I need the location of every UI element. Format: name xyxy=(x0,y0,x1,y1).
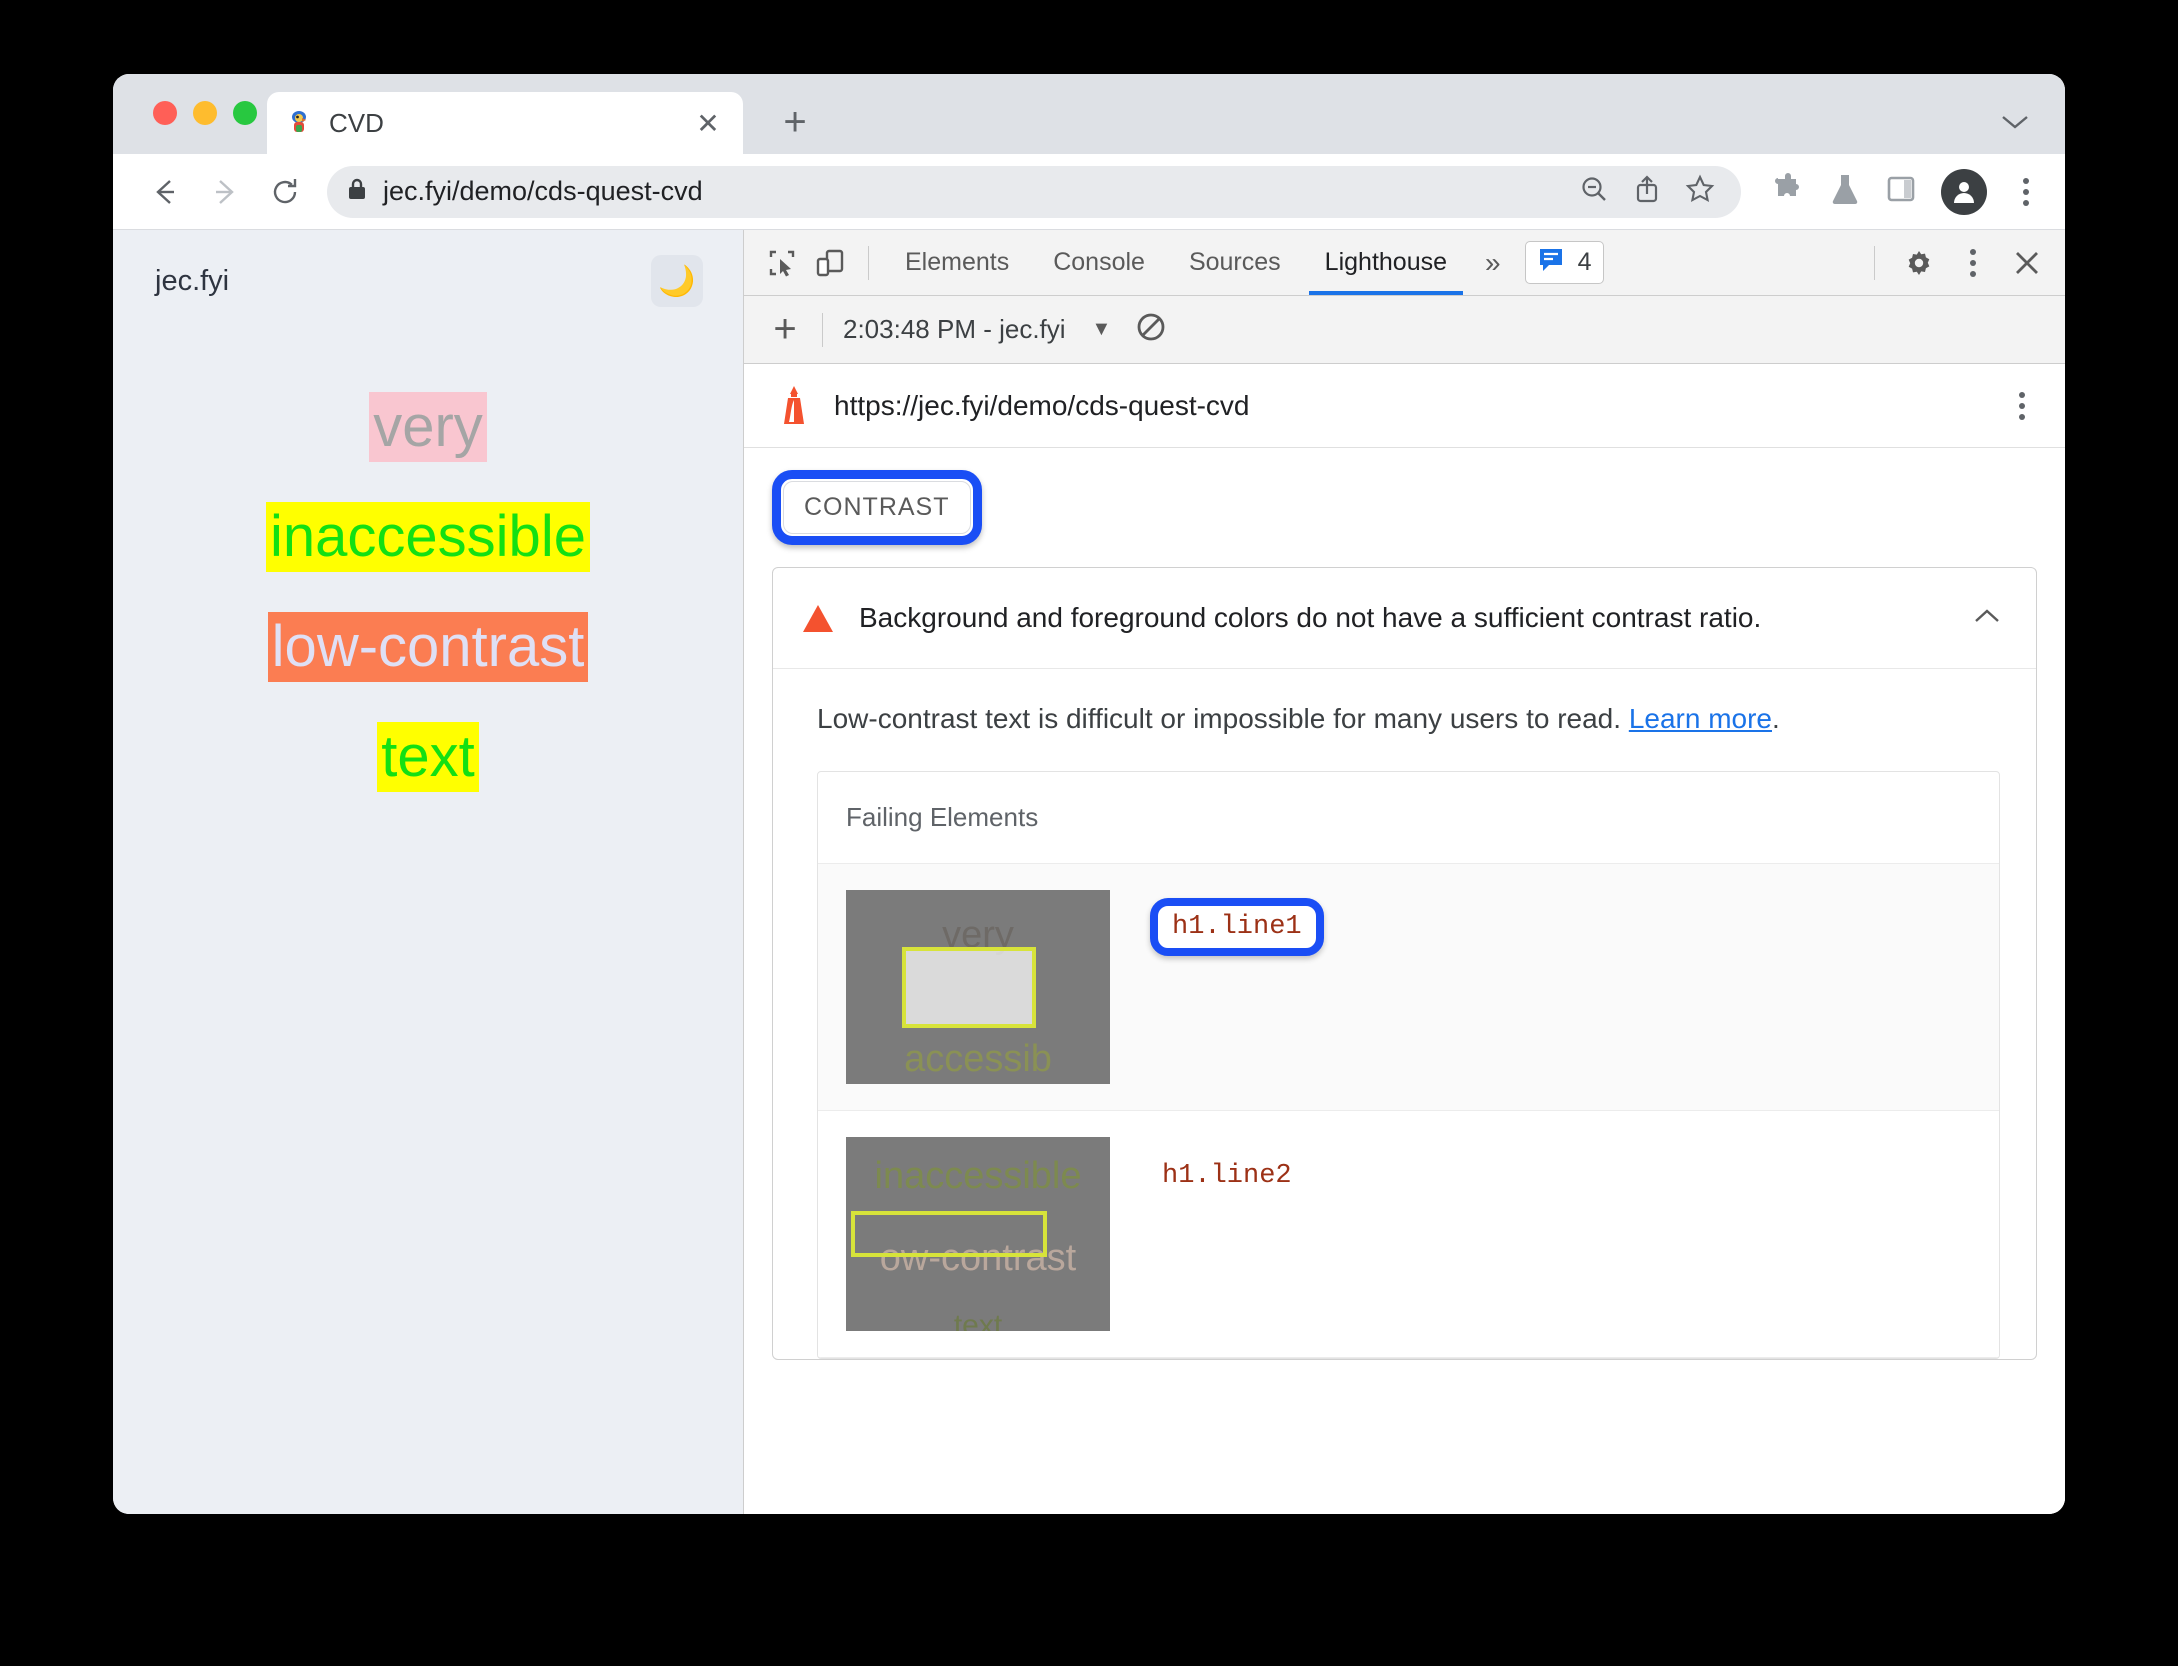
devtools-close-icon[interactable] xyxy=(2003,239,2051,287)
chevron-down-icon[interactable] xyxy=(1995,102,2035,142)
lighthouse-report: https://jec.fyi/demo/cds-quest-cvd CONTR… xyxy=(744,364,2065,1514)
window-controls xyxy=(153,101,257,125)
audit-header[interactable]: Background and foreground colors do not … xyxy=(773,568,2036,669)
lighthouse-toolbar: + 2:03:48 PM - jec.fyi ▼ xyxy=(744,296,2065,364)
category-badge-contrast[interactable]: CONTRAST xyxy=(783,481,971,534)
tab-strip: CVD ✕ + xyxy=(113,74,2065,154)
audit-description-suffix: . xyxy=(1772,703,1780,734)
window-body: jec.fyi 🌙 very inaccessible low-contrast… xyxy=(113,230,2065,1514)
new-tab-button[interactable]: + xyxy=(773,100,817,144)
category-badge-wrap: CONTRAST xyxy=(744,448,2065,545)
profile-avatar-icon[interactable] xyxy=(1941,168,1987,215)
failing-element-row-1[interactable]: very accessib h1.line1 xyxy=(818,864,1999,1111)
zoom-out-icon[interactable] xyxy=(1579,174,1609,209)
close-window-button[interactable] xyxy=(153,101,177,125)
lock-icon xyxy=(345,176,369,207)
side-panel-icon[interactable] xyxy=(1885,173,1917,210)
browser-tab[interactable]: CVD ✕ xyxy=(267,92,743,154)
tab-sources[interactable]: Sources xyxy=(1167,231,1303,295)
devtools-kebab-menu-icon[interactable] xyxy=(1949,239,1997,287)
browser-window: CVD ✕ + jec.fyi/demo/cds-quest-cvd jec.f… xyxy=(113,74,2065,1514)
audit-run-selector[interactable]: 2:03:48 PM - jec.fyi xyxy=(843,314,1066,345)
tab-elements[interactable]: Elements xyxy=(883,231,1031,295)
maximize-window-button[interactable] xyxy=(233,101,257,125)
tab-title: CVD xyxy=(329,107,384,138)
audit-description: Low-contrast text is difficult or imposs… xyxy=(773,669,2036,765)
no-entry-icon[interactable] xyxy=(1135,311,1167,348)
report-kebab-menu-icon[interactable] xyxy=(2007,391,2037,420)
moon-icon[interactable]: 🌙 xyxy=(651,255,703,307)
lighthouse-icon xyxy=(772,384,816,428)
audit-description-text: Low-contrast text is difficult or imposs… xyxy=(817,703,1629,734)
message-count-badge[interactable]: 4 xyxy=(1524,241,1605,284)
message-count: 4 xyxy=(1577,248,1592,276)
page-headings: very inaccessible low-contrast text xyxy=(113,350,743,792)
failing-elements-title: Failing Elements xyxy=(818,772,1999,864)
share-icon[interactable] xyxy=(1633,174,1661,209)
learn-more-link[interactable]: Learn more xyxy=(1629,703,1772,734)
report-header: https://jec.fyi/demo/cds-quest-cvd xyxy=(744,364,2065,448)
divider xyxy=(1874,245,1875,280)
kebab-menu-icon[interactable] xyxy=(2011,177,2041,206)
page-viewport: jec.fyi 🌙 very inaccessible low-contrast… xyxy=(113,230,744,1514)
devtools-tab-bar: Elements Console Sources Lighthouse » 4 xyxy=(744,230,2065,296)
tab-lighthouse[interactable]: Lighthouse xyxy=(1303,231,1469,295)
heading-line-3: low-contrast xyxy=(267,612,589,682)
element-screenshot-1: very accessib xyxy=(846,890,1110,1084)
device-toolbar-icon[interactable] xyxy=(806,239,854,287)
failing-element-row-2[interactable]: inaccessible ow-contrast text h1.line2 xyxy=(818,1111,1999,1358)
browser-action-icons xyxy=(1755,168,2041,215)
more-tabs-icon[interactable]: » xyxy=(1469,247,1517,279)
heading-line-4: text xyxy=(377,722,479,792)
message-bubble-icon xyxy=(1538,246,1568,279)
audit-title: Background and foreground colors do not … xyxy=(859,602,1762,633)
star-icon[interactable] xyxy=(1685,174,1715,209)
report-url: https://jec.fyi/demo/cds-quest-cvd xyxy=(834,389,1250,421)
reload-icon[interactable] xyxy=(257,164,313,220)
inspect-element-icon[interactable] xyxy=(758,239,806,287)
heading-line-2: inaccessible xyxy=(266,502,590,572)
tab-close-icon[interactable]: ✕ xyxy=(691,106,725,140)
address-bar-url: jec.fyi/demo/cds-quest-cvd xyxy=(383,176,703,206)
divider xyxy=(868,245,869,280)
annotation-ring-contrast: CONTRAST xyxy=(772,470,982,545)
back-arrow-icon[interactable] xyxy=(137,164,193,220)
divider xyxy=(822,312,823,347)
caret-down-icon[interactable]: ▼ xyxy=(1092,318,1112,341)
element-selector-2: h1.line2 xyxy=(1162,1161,1292,1191)
browser-toolbar: jec.fyi/demo/cds-quest-cvd xyxy=(113,154,2065,230)
address-bar[interactable]: jec.fyi/demo/cds-quest-cvd xyxy=(327,165,1741,218)
new-audit-button[interactable]: + xyxy=(762,307,808,352)
forward-arrow-icon[interactable] xyxy=(197,164,253,220)
chevron-up-icon[interactable] xyxy=(1972,604,2002,632)
annotation-ring-selector-1: h1.line1 xyxy=(1150,898,1324,956)
element-selector-1: h1.line1 xyxy=(1172,912,1302,942)
page-site-name: jec.fyi xyxy=(155,265,230,297)
failing-elements-box: Failing Elements very accessib h1.line1 xyxy=(817,771,2000,1359)
gear-icon[interactable] xyxy=(1895,239,1943,287)
heading-line-1: very xyxy=(369,392,487,462)
element-screenshot-2: inaccessible ow-contrast text xyxy=(846,1137,1110,1331)
tab-console[interactable]: Console xyxy=(1031,231,1167,295)
warning-triangle-icon xyxy=(803,604,833,632)
minimize-window-button[interactable] xyxy=(193,101,217,125)
parrot-favicon xyxy=(285,109,313,137)
flask-icon[interactable] xyxy=(1829,172,1861,211)
puzzle-icon[interactable] xyxy=(1771,172,1805,211)
devtools-panel: Elements Console Sources Lighthouse » 4 xyxy=(744,230,2065,1514)
audit-card: Background and foreground colors do not … xyxy=(772,567,2037,1360)
